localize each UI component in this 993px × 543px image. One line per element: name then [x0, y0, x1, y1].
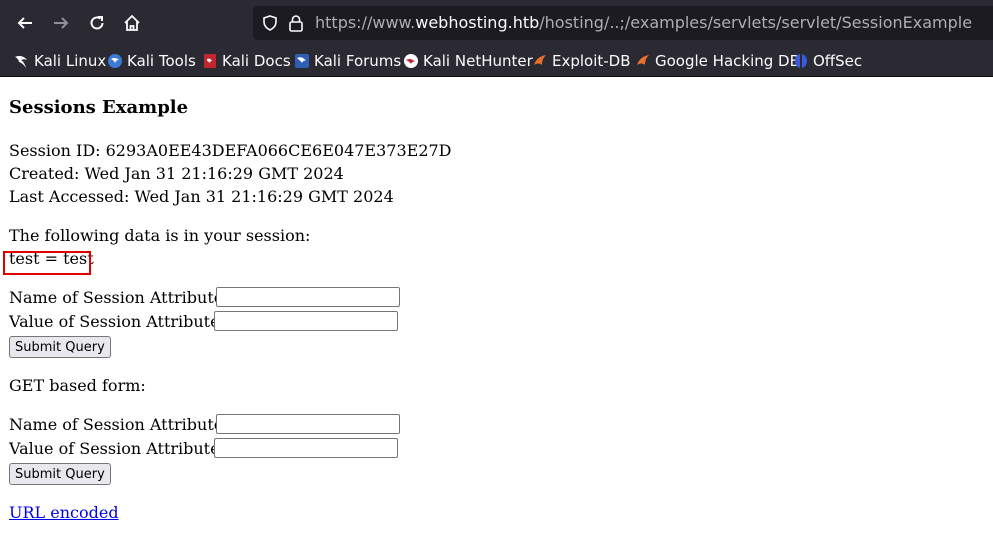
bookmark-label: Google Hacking DB [655, 52, 800, 70]
url-host: webhosting.htb [415, 13, 540, 32]
reload-icon [90, 16, 104, 30]
get-name-label: Name of Session Attribute: [9, 415, 229, 434]
bookmark-kali-forums[interactable]: Kali Forums [294, 50, 401, 72]
back-button[interactable] [11, 9, 39, 37]
get-submit-button[interactable]: Submit Query [9, 463, 111, 485]
bookmark-offsec[interactable]: OffSec [793, 50, 862, 72]
forward-arrow-icon [54, 17, 69, 29]
back-arrow-icon [17, 17, 32, 29]
post-value-label: Value of Session Attribute: [9, 312, 225, 331]
kali-tools-icon [108, 54, 122, 68]
post-name-label: Name of Session Attribute: [9, 288, 229, 307]
home-button[interactable] [118, 9, 146, 37]
browser-toolbar: https://www.webhosting.htb/hosting/..;/e… [0, 0, 993, 46]
tracking-protection-icon[interactable] [261, 14, 279, 32]
session-id: Session ID: 6293A0EE43DEFA066CE6E047E373… [9, 141, 452, 160]
url-path: /hosting/..;/examples/servlets/servlet/S… [539, 13, 973, 32]
session-created: Created: Wed Jan 31 21:16:29 GMT 2024 [9, 164, 344, 183]
bookmark-label: Kali Forums [314, 52, 402, 70]
post-attribute-name-input[interactable] [216, 287, 400, 307]
get-attribute-value-input[interactable] [214, 438, 398, 458]
url-text[interactable]: https://www.webhosting.htb/hosting/..;/e… [315, 13, 972, 32]
highlight-box [3, 251, 91, 275]
bookmark-kali-linux[interactable]: Kali Linux [14, 50, 106, 72]
bookmark-kali-docs[interactable]: Kali Docs [202, 50, 291, 72]
url-encoded-link[interactable]: URL encoded [9, 503, 119, 522]
bookmark-kali-nethunter[interactable]: Kali NetHunter [403, 50, 533, 72]
kali-nethunter-icon [404, 54, 418, 68]
session-last-accessed: Last Accessed: Wed Jan 31 21:16:29 GMT 2… [9, 187, 394, 206]
kali-dragon-icon [15, 56, 27, 68]
bookmark-label: Kali Linux [34, 52, 107, 70]
address-bar[interactable]: https://www.webhosting.htb/hosting/..;/e… [253, 6, 993, 40]
lock-icon[interactable] [288, 14, 304, 32]
post-attribute-value-input[interactable] [214, 311, 398, 331]
forward-button[interactable] [47, 9, 75, 37]
bookmarks-toolbar: Kali Linux Kali Tools Kali Docs Kali For… [0, 46, 993, 77]
bookmark-label: Kali Tools [127, 52, 196, 70]
page-title: Sessions Example [9, 97, 189, 118]
url-prefix: https://www. [315, 13, 416, 32]
offsec-icon [795, 54, 807, 68]
bookmark-exploit-db[interactable]: Exploit-DB [532, 50, 631, 72]
reload-button[interactable] [83, 9, 111, 37]
page-content: Sessions Example Session ID: 6293A0EE43D… [0, 77, 993, 543]
google-hacking-db-icon [637, 55, 649, 65]
bookmark-label: OffSec [813, 52, 863, 70]
bookmark-label: Kali Docs [222, 52, 291, 70]
get-value-label: Value of Session Attribute: [9, 439, 225, 458]
get-form-label: GET based form: [9, 376, 146, 395]
bookmark-kali-tools[interactable]: Kali Tools [107, 50, 196, 72]
exploit-db-icon [534, 55, 546, 65]
session-data-intro: The following data is in your session: [9, 226, 311, 245]
kali-docs-icon [204, 54, 216, 68]
home-icon [124, 14, 140, 31]
bookmark-google-hacking-db[interactable]: Google Hacking DB [635, 50, 800, 72]
get-attribute-name-input[interactable] [216, 414, 400, 434]
kali-forums-icon [295, 54, 309, 68]
post-submit-button[interactable]: Submit Query [9, 336, 111, 358]
bookmark-label: Exploit-DB [552, 52, 631, 70]
bookmark-label: Kali NetHunter [423, 52, 533, 70]
